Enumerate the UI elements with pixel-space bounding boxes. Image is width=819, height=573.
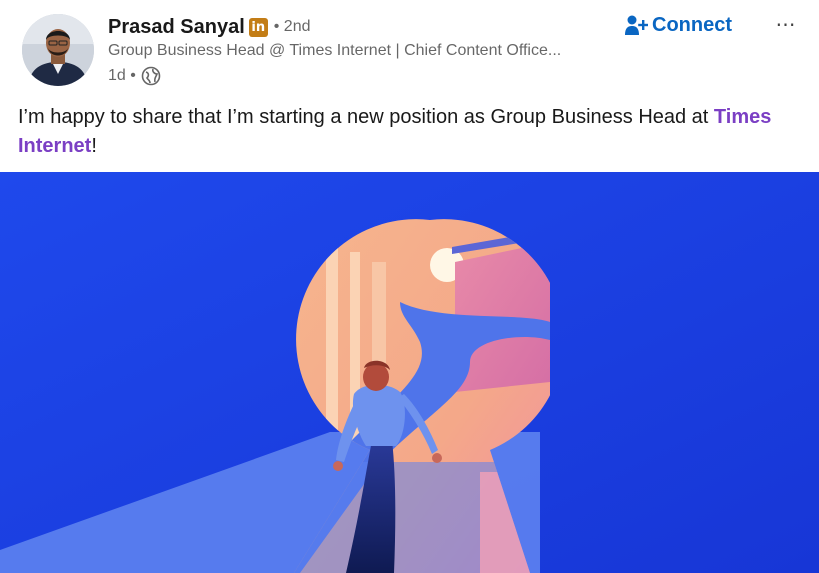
author-avatar[interactable] <box>22 14 94 86</box>
avatar-photo <box>22 14 94 86</box>
post-header: Prasad Sanyal in • 2nd Group Business He… <box>0 0 819 100</box>
keyhole-illustration <box>0 172 819 573</box>
post-text: I’m happy to share that I’m starting a n… <box>18 103 808 161</box>
linkedin-premium-icon: in <box>248 17 268 37</box>
post-time: 1d • <box>108 67 136 84</box>
post-meta: 1d • <box>108 66 161 86</box>
more-options-icon: ⋯ <box>775 13 797 36</box>
author-name-row: Prasad Sanyal in • 2nd <box>108 13 311 41</box>
connection-degree: • 2nd <box>273 18 311 35</box>
connect-button[interactable]: Connect <box>624 10 732 40</box>
globe-icon <box>141 66 161 86</box>
post-text-end: ! <box>91 135 97 157</box>
author-name[interactable]: Prasad Sanyal <box>108 16 245 39</box>
more-options-button[interactable]: ⋯ <box>768 10 804 38</box>
post-image[interactable] <box>0 172 819 573</box>
connect-label: Connect <box>652 13 732 36</box>
post-text-body: I’m happy to share that I’m starting a n… <box>18 106 714 128</box>
add-person-icon <box>625 15 648 35</box>
author-headline: Group Business Head @ Times Internet | C… <box>108 42 562 59</box>
